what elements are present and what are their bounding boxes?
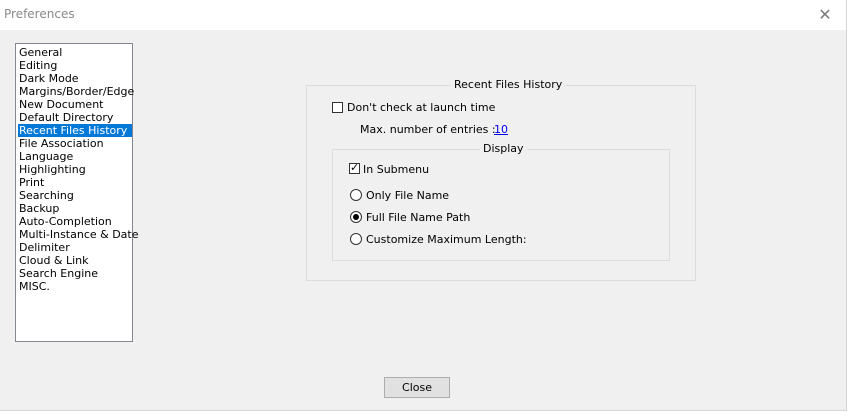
full-file-name-path-radio[interactable] [350,211,362,223]
category-item-highlighting[interactable]: Highlighting [18,163,132,176]
window-title: Preferences [4,7,75,21]
category-item-file-association[interactable]: File Association [18,137,132,150]
dont-check-checkbox[interactable] [332,102,343,113]
max-entries-label: Max. number of entries : [360,123,496,136]
category-item-language[interactable]: Language [18,150,132,163]
close-button[interactable]: Close [384,377,450,398]
title-bar: Preferences ✕ [0,0,846,30]
customize-max-length-radio[interactable] [350,233,362,245]
category-item-general[interactable]: General [18,46,132,59]
max-entries-value[interactable]: 10 [494,123,508,136]
category-item-print[interactable]: Print [18,176,132,189]
category-item-multi-instance[interactable]: Multi-Instance & Date [18,228,139,241]
category-item-cloud-link[interactable]: Cloud & Link [18,254,132,267]
category-item-auto-completion[interactable]: Auto-Completion [18,215,132,228]
category-item-recent-files-history[interactable]: Recent Files History [18,124,132,137]
category-item-misc[interactable]: MISC. [18,280,132,293]
in-submenu-label: In Submenu [363,163,430,176]
category-item-delimiter[interactable]: Delimiter [18,241,132,254]
check-mark-icon: ✓ [350,161,360,174]
category-item-search-engine[interactable]: Search Engine [18,267,132,280]
full-file-name-path-label: Full File Name Path [366,211,471,224]
close-icon[interactable]: ✕ [814,4,836,26]
display-group-title: Display [480,142,527,155]
only-file-name-label: Only File Name [366,189,450,202]
category-item-default-directory[interactable]: Default Directory [18,111,132,124]
category-item-backup[interactable]: Backup [18,202,132,215]
customize-max-length-label: Customize Maximum Length: [366,233,527,246]
category-item-margins[interactable]: Margins/Border/Edge [18,85,134,98]
only-file-name-radio[interactable] [350,189,362,201]
category-item-searching[interactable]: Searching [18,189,132,202]
radio-selected-dot [353,214,359,220]
category-item-editing[interactable]: Editing [18,59,132,72]
category-item-dark-mode[interactable]: Dark Mode [18,72,132,85]
in-submenu-checkbox[interactable]: ✓ [349,161,360,174]
dont-check-label: Don't check at launch time [347,101,496,114]
category-item-new-document[interactable]: New Document [18,98,132,111]
category-list[interactable]: General Editing Dark Mode Margins/Border… [15,43,139,342]
recent-files-group-title: Recent Files History [451,78,566,91]
preferences-window: Preferences ✕ General Editing Dark Mode … [0,0,847,411]
